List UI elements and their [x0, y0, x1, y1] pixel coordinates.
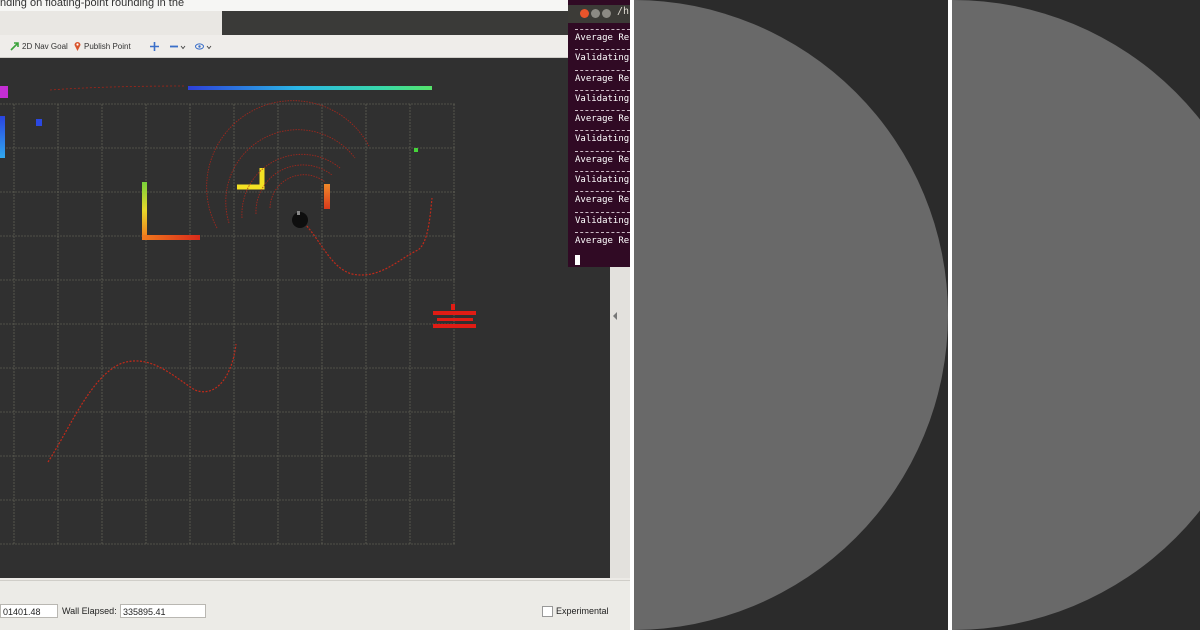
ros-time-field: 01401.48 — [0, 604, 58, 618]
rviz-toolbar: 2D Nav Goal Publish Point — [0, 35, 616, 58]
terminal-separator — [575, 29, 630, 30]
view-dropdown[interactable] — [195, 39, 215, 53]
terminal-cursor — [575, 255, 580, 265]
planned-path-upper — [301, 197, 433, 276]
move-camera-tool[interactable] — [150, 39, 162, 53]
terminal-line-text: Average Re — [575, 154, 630, 165]
wall-elapsed-field: 335895.41 — [120, 604, 206, 618]
terminal-line: Validating — [575, 49, 630, 70]
ground-grid — [0, 103, 456, 545]
terminal-line: Validating — [575, 211, 630, 233]
laser-scan-arcs — [206, 100, 370, 229]
nav-goal-label: 2D Nav Goal — [22, 41, 68, 51]
orange-wall — [324, 184, 330, 209]
terminal-line-text: Average Re — [575, 195, 630, 206]
yellow-corner — [237, 168, 265, 190]
terminal-line: Validating — [575, 130, 630, 151]
wall-elapsed-label: Wall Elapsed: — [62, 606, 117, 616]
close-icon[interactable] — [580, 9, 589, 18]
collapse-arrow-icon[interactable] — [613, 312, 617, 320]
terminal-separator — [575, 150, 630, 152]
add-tool-dropdown[interactable] — [170, 39, 189, 53]
eye-dropdown-icon — [195, 42, 212, 50]
terminal-separator — [575, 171, 630, 173]
nav-goal-tool[interactable]: 2D Nav Goal — [10, 39, 68, 53]
experimental-label: Experimental — [556, 606, 609, 616]
terminal-line-text: Average Re — [575, 235, 630, 246]
terminal-line-text: Validating — [575, 93, 630, 104]
panel-divider — [630, 0, 634, 630]
left-blue-strip — [0, 116, 5, 158]
terminal-window[interactable]: /h Average Re Validating Average Re Validat… — [568, 0, 630, 267]
terminal-separator — [575, 130, 630, 132]
terminal-line: Validating — [575, 171, 630, 192]
window-title: nding on floating-point rounding in the — [0, 0, 185, 9]
terminal-line-text: Validating — [575, 175, 630, 186]
terminal-separator — [575, 191, 630, 193]
terminal-line: Validating — [575, 89, 630, 111]
terminal-line: Average Re — [575, 29, 630, 50]
terminal-separator — [575, 49, 630, 51]
path-top-wisp — [49, 85, 186, 91]
terminal-line: Average Re — [575, 231, 630, 253]
time-status-bar: 01401.48 Wall Elapsed: 335895.41 Experim… — [0, 580, 630, 630]
terminal-separator — [575, 110, 630, 112]
robot-marker-icon — [292, 211, 308, 228]
experimental-checkbox[interactable] — [542, 606, 553, 617]
terminal-line-text: Validating — [575, 53, 630, 64]
map-canvas[interactable] — [0, 58, 610, 578]
publish-point-tool[interactable]: Publish Point — [74, 39, 131, 53]
terminal-separator — [575, 231, 630, 233]
terminal-title: /h — [617, 6, 630, 17]
terminal-line-text: Average Re — [575, 73, 630, 84]
magenta-marker — [0, 86, 8, 98]
minus-dropdown-icon — [170, 45, 186, 49]
window-titlebar: nding on floating-point rounding in the — [0, 0, 630, 11]
minimize-icon[interactable] — [591, 9, 600, 18]
3d-viewport[interactable] — [0, 58, 610, 578]
terminal-line: Average Re — [575, 110, 630, 131]
green-point — [414, 148, 418, 152]
top-gradient-bar — [188, 86, 432, 90]
terminal-line: Average Re — [575, 191, 630, 212]
terminal-line-text: Validating — [575, 215, 630, 226]
terminal-line: Average Re — [575, 150, 630, 172]
planned-path-lower — [47, 343, 237, 463]
nav-goal-arrow-icon — [10, 41, 19, 51]
move-camera-icon — [150, 41, 159, 51]
gray-half-disc — [630, 0, 948, 630]
terminal-line: Average Re — [575, 69, 630, 91]
terminal-output: Average Re Validating Average Re Validating… — [575, 29, 630, 253]
blue-point — [36, 119, 42, 126]
publish-point-label: Publish Point — [84, 41, 131, 51]
red-goal-marker — [433, 304, 476, 328]
gray-half-disc — [952, 0, 1200, 630]
terminal-separator — [575, 89, 630, 91]
terminal-separator — [575, 69, 630, 71]
terminal-separator — [575, 211, 630, 213]
right-panel-1 — [630, 0, 948, 630]
active-tab[interactable] — [0, 11, 222, 35]
maximize-icon[interactable] — [602, 9, 611, 18]
rviz-window: nding on floating-point rounding in the … — [0, 0, 630, 630]
terminal-line-text: Validating — [575, 134, 630, 145]
right-panel-2 — [952, 0, 1200, 630]
terminal-line-text: Average Re — [575, 114, 630, 125]
l-shape-vertical — [142, 182, 147, 238]
map-pin-icon — [74, 42, 81, 51]
terminal-line-text: Average Re — [575, 33, 630, 43]
l-shape-horizontal — [142, 235, 200, 240]
